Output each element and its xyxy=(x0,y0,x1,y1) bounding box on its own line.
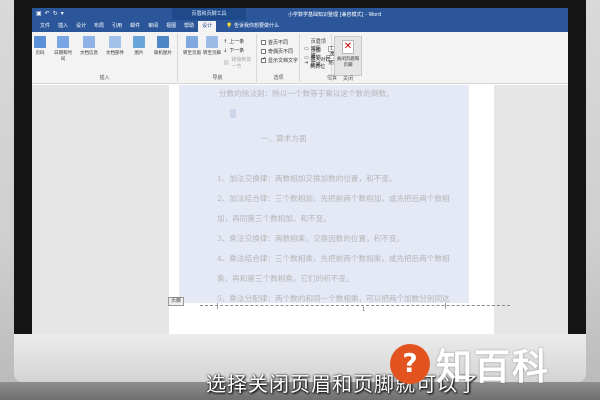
tell-me-search[interactable]: 💡 告诉我你想要做什么 xyxy=(226,21,279,32)
picture-button[interactable]: 图片 xyxy=(130,36,148,56)
insert-group: 页码 日期和时间 文档信息 文档部件 图片 联机图片 插入 xyxy=(32,34,178,82)
align-tab-icon: ⇥ xyxy=(304,60,309,66)
paragraph-mark xyxy=(230,109,236,118)
tab-file[interactable]: 文件 xyxy=(36,21,54,32)
link-prev-label: 链接到前一节 xyxy=(231,57,252,70)
picture-icon xyxy=(133,36,145,48)
quick-parts-label: 文档部件 xyxy=(106,51,124,56)
next-label: 下一条 xyxy=(229,48,245,54)
doc-line: 1、加法交换律：两数相加交换加数的位置，和不变。 xyxy=(217,174,397,183)
insert-group-label: 插入 xyxy=(99,75,110,81)
document-title: 小学数学基础知识整理 [兼容模式] - Word xyxy=(288,12,382,18)
document-info-icon xyxy=(83,36,95,48)
doc-line: 4、乘法结合律：三个数相乘，先把前两个数相乘，或先把后两个数相 xyxy=(217,254,450,263)
tab-review[interactable]: 审阅 xyxy=(144,21,162,32)
insert-tab-button[interactable]: ⇥ 插入对齐制表位 xyxy=(304,56,331,70)
footer-icon xyxy=(206,36,218,48)
document-workspace: 分数的除法则：除以一个数等于乘以这个数的倒数。 一、算术方面 1、加法交换律：两… xyxy=(32,85,568,334)
lightbulb-icon: 💡 xyxy=(226,23,233,29)
doc-line: 分数的除法则：除以一个数等于乘以这个数的倒数。 xyxy=(219,89,394,98)
next-button[interactable]: ↓ 下一条 xyxy=(223,47,245,55)
tab-view[interactable]: 视图 xyxy=(162,21,180,32)
calendar-icon xyxy=(57,36,69,48)
document-page[interactable]: 分数的除法则：除以一个数等于乘以这个数的倒数。 一、算术方面 1、加法交换律：两… xyxy=(169,85,494,334)
doc-line: 加，再同第三个数相加，和不变。 xyxy=(217,214,331,223)
close-header-footer-button[interactable]: ✕ 关闭页眉和页脚 xyxy=(334,36,362,76)
show-text-checkbox[interactable] xyxy=(261,56,266,63)
save-icon[interactable]: ▣ xyxy=(36,10,42,17)
footer-boundary xyxy=(200,305,510,306)
watermark-text: 知百科 xyxy=(436,347,551,388)
link-prev-button[interactable]: ⛓ 链接到前一节 xyxy=(223,56,256,70)
online-picture-button[interactable]: 联机图片 xyxy=(152,36,174,56)
doc-info-button[interactable]: 文档信息 xyxy=(78,36,100,56)
tab-design[interactable]: 设计 xyxy=(72,21,90,32)
tab-header-footer-design[interactable]: 设计 xyxy=(198,21,217,32)
header-icon xyxy=(186,36,198,48)
goto-header-button[interactable]: 转至页眉 xyxy=(183,36,201,56)
arrow-up-icon: ↑ xyxy=(223,38,228,45)
footer-tag: 页脚 xyxy=(168,297,185,306)
ribbon: 页码 日期和时间 文档信息 文档部件 图片 联机图片 插入 转至页眉 转至页脚 … xyxy=(32,32,568,84)
page-number-button[interactable]: 页码 xyxy=(34,36,46,56)
doc-heading: 一、算术方面 xyxy=(261,134,307,143)
tab-help[interactable]: 帮助 xyxy=(180,21,198,32)
doc-line: 3、乘法交换律：两数相乘，交换因数的位置，积不变。 xyxy=(217,234,405,243)
page-number-icon xyxy=(34,36,46,48)
goto-header-label: 转至页眉 xyxy=(183,51,201,56)
doc-line: 5、乘法分配律：两个数的和同一个数相乘，可以把两个加数分别同这 xyxy=(217,294,450,303)
odd-even-checkbox[interactable] xyxy=(261,49,266,54)
online-picture-icon xyxy=(157,36,169,48)
close-header-footer-label: 关闭页眉和页脚 xyxy=(336,57,360,68)
quick-parts-icon xyxy=(109,36,121,48)
doc-info-label: 文档信息 xyxy=(80,51,98,56)
navigation-group-label: 导航 xyxy=(212,75,223,81)
quick-access-toolbar: ▣ ↶ ↻ ▾ xyxy=(36,10,64,17)
date-time-button[interactable]: 日期和时间 xyxy=(52,36,74,62)
doc-line: 乘，再和第三个数相乘，它们的积不变。 xyxy=(217,274,354,283)
goto-footer-label: 转至页脚 xyxy=(203,51,221,56)
tab-insert[interactable]: 插入 xyxy=(54,21,72,32)
goto-footer-button[interactable]: 转至页脚 xyxy=(203,36,221,56)
footer-page-number[interactable]: 1 xyxy=(362,307,365,313)
title-bar: ▣ ↶ ↻ ▾ 页眉和页脚工具 小学数学基础知识整理 [兼容模式] - Word xyxy=(32,8,568,20)
word-window: ▣ ↶ ↻ ▾ 页眉和页脚工具 小学数学基础知识整理 [兼容模式] - Word… xyxy=(32,8,568,334)
tab-references[interactable]: 引用 xyxy=(108,21,126,32)
context-tab-title: 页眉和页脚工具 xyxy=(172,8,246,20)
customize-qat-icon[interactable]: ▾ xyxy=(61,10,64,17)
picture-label: 图片 xyxy=(134,51,144,56)
undo-icon[interactable]: ↶ xyxy=(45,10,50,17)
online-picture-label: 联机图片 xyxy=(154,51,172,56)
position-group: ▭ 页眉顶端距离: 1.5 厘米 ▭ 页脚底端距离: 1.75 厘米 ⇥ 插入对… xyxy=(276,34,340,82)
ribbon-tabs: 文件 插入 设计 布局 引用 邮件 审阅 视图 帮助 设计 💡 告诉我你想要做什… xyxy=(32,20,568,32)
tab-mailings[interactable]: 邮件 xyxy=(126,21,144,32)
tab-layout[interactable]: 布局 xyxy=(90,21,108,32)
close-group-label: 关闭 xyxy=(342,76,353,82)
date-time-label: 日期和时间 xyxy=(54,51,72,62)
tell-me-text: 告诉我你想要做什么 xyxy=(233,23,279,29)
watermark-logo: ? 知百科 xyxy=(390,338,550,390)
footer-tab-mark-left xyxy=(217,303,218,309)
redo-icon[interactable]: ↻ xyxy=(53,10,58,17)
quick-parts-button[interactable]: 文档部件 xyxy=(104,36,126,56)
insert-tab-label: 插入对齐制表位 xyxy=(310,57,331,70)
doc-line: 2、加法结合律：三个数相加，先把前两个数相加，或先把后两个数相 xyxy=(217,194,450,203)
footer-tab-mark-right xyxy=(445,303,446,309)
prev-button[interactable]: ↑ 上一条 xyxy=(223,38,245,46)
arrow-down-icon: ↓ xyxy=(223,47,228,54)
page-number-label: 页码 xyxy=(35,51,45,56)
question-mark-icon: ? xyxy=(390,344,430,384)
prev-label: 上一条 xyxy=(229,39,245,45)
link-icon: ⛓ xyxy=(223,60,230,66)
close-icon: ✕ xyxy=(342,40,354,54)
navigation-group: 转至页眉 转至页脚 ↑ 上一条 ↓ 下一条 ⛓ 链接到前一节 导航 xyxy=(179,34,257,82)
first-page-checkbox[interactable] xyxy=(261,40,266,45)
